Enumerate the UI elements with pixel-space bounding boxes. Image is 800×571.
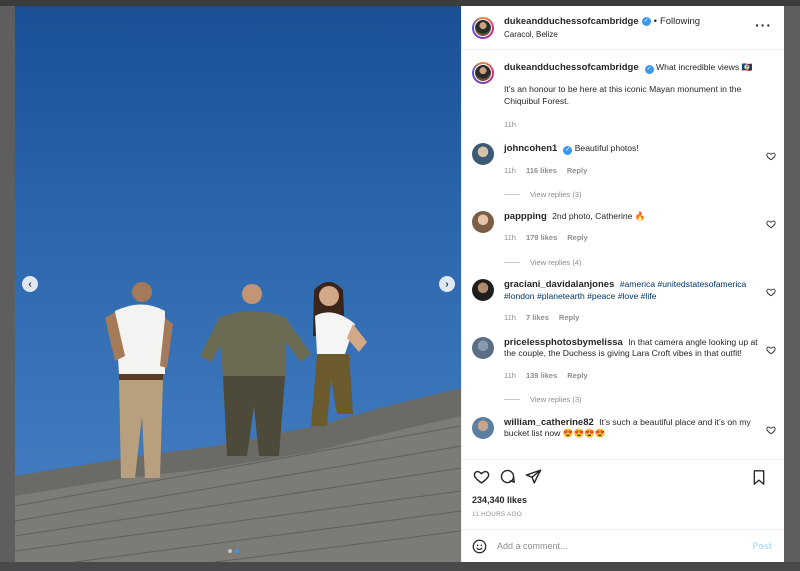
- heart-icon[interactable]: [472, 468, 490, 486]
- verified-badge-icon: ✓: [563, 145, 573, 155]
- chevron-right-icon[interactable]: ›: [439, 276, 455, 292]
- comment-text: Beautiful photos!: [574, 142, 639, 153]
- reply-button[interactable]: Reply: [559, 312, 579, 324]
- avatar[interactable]: [472, 336, 494, 359]
- verified-badge-icon: ✓: [644, 65, 654, 74]
- bookmark-icon[interactable]: [750, 468, 768, 486]
- avatar[interactable]: [472, 142, 494, 165]
- carousel-dot: [228, 549, 232, 553]
- view-replies-label: View replies (4): [530, 257, 582, 267]
- separator: •: [653, 16, 657, 27]
- comment-likes[interactable]: 139 likes: [526, 370, 557, 382]
- avatar[interactable]: [472, 210, 494, 233]
- view-replies-label: View replies (3): [530, 395, 582, 404]
- comments-list[interactable]: dukeandduchessofcambridge ✓ What incredib…: [462, 50, 784, 459]
- view-replies-button[interactable]: View replies (3): [504, 189, 766, 201]
- reply-button[interactable]: Reply: [567, 232, 587, 244]
- comment-item: pricelessphotosbymelissa In that camera …: [472, 336, 776, 406]
- following-button[interactable]: Following: [660, 16, 700, 27]
- person-right: [311, 282, 367, 426]
- comment-time[interactable]: 11h: [504, 232, 516, 244]
- post-modal: ‹ › dukeandduchessofcambridge ✓ • Follow…: [15, 6, 784, 562]
- post-header: dukeandduchessofcambridge ✓ • Following …: [462, 6, 784, 50]
- person-left: [105, 282, 173, 478]
- replies-divider: [504, 261, 520, 263]
- heart-icon[interactable]: [766, 287, 776, 297]
- comment-username[interactable]: graciani_davidalanjones: [504, 279, 614, 290]
- comment-time[interactable]: 11h: [504, 165, 516, 177]
- reply-button[interactable]: Reply: [567, 370, 587, 382]
- share-icon[interactable]: [524, 468, 542, 486]
- author-username[interactable]: dukeandduchessofcambridge: [504, 16, 639, 27]
- caption-time: 11h: [504, 120, 516, 129]
- comment-time[interactable]: 11h: [504, 370, 516, 382]
- heart-icon[interactable]: [766, 151, 776, 161]
- likes-count[interactable]: 234,340 likes: [462, 493, 784, 509]
- caption-body: It’s an honour to be here at this iconic…: [504, 84, 742, 106]
- chevron-left-icon[interactable]: ‹: [22, 276, 38, 292]
- comment-item: johncohen1 ✓ Beautiful photos! 11h 116 li…: [472, 142, 776, 201]
- avatar[interactable]: [472, 16, 494, 39]
- action-bar: [462, 459, 784, 493]
- post-button[interactable]: Post: [752, 541, 772, 551]
- comment-likes[interactable]: 7 likes: [526, 312, 549, 324]
- replies-divider: [504, 399, 520, 401]
- view-replies-label: View replies (3): [530, 190, 582, 199]
- comment-text: 2nd photo, Catherine 🔥: [552, 210, 646, 221]
- photo-scene: [15, 282, 461, 562]
- comment-likes[interactable]: 179 likes: [526, 232, 557, 244]
- heart-icon[interactable]: [766, 219, 776, 229]
- carousel-dots: [228, 549, 239, 553]
- comment-icon[interactable]: [498, 468, 516, 486]
- more-options-icon[interactable]: ···: [755, 18, 772, 32]
- heart-icon[interactable]: [766, 425, 776, 435]
- comment-username[interactable]: pricelessphotosbymelissa: [504, 337, 623, 348]
- comment-likes[interactable]: 116 likes: [526, 165, 557, 177]
- emoji-icon[interactable]: [472, 539, 487, 554]
- comment-item: william_catherine82 It’s such a beautifu…: [472, 416, 776, 440]
- caption-headline: What incredible views 🇧🇿: [656, 62, 753, 72]
- comment-time[interactable]: 11h: [504, 312, 516, 324]
- page-backdrop-bottom: [0, 562, 800, 571]
- replies-divider: [504, 194, 520, 196]
- post-location[interactable]: Caracol, Belize: [504, 30, 700, 39]
- comment-username[interactable]: william_catherine82: [504, 417, 594, 428]
- avatar[interactable]: [472, 416, 494, 439]
- carousel-dot-active: [235, 549, 239, 553]
- reply-button[interactable]: Reply: [567, 165, 587, 177]
- add-comment-bar: Post: [462, 529, 784, 562]
- view-replies-button[interactable]: View replies (4): [504, 257, 766, 269]
- caption: dukeandduchessofcambridge ✓ What incredib…: [472, 62, 772, 131]
- comment-username[interactable]: pappping: [504, 211, 547, 222]
- verified-badge-icon: ✓: [641, 17, 651, 26]
- post-panel: dukeandduchessofcambridge ✓ • Following …: [461, 6, 784, 562]
- avatar[interactable]: [472, 279, 494, 301]
- heart-icon[interactable]: [766, 345, 776, 355]
- view-replies-button[interactable]: View replies (3): [504, 394, 766, 406]
- post-photo[interactable]: ‹ ›: [15, 6, 461, 562]
- comment-item: pappping 2nd photo, Catherine 🔥 11h 179 …: [472, 210, 776, 269]
- caption-username[interactable]: dukeandduchessofcambridge: [504, 62, 639, 73]
- comment-username[interactable]: johncohen1: [504, 143, 557, 154]
- avatar[interactable]: [472, 62, 494, 84]
- comment-item: graciani_davidalanjones #america #united…: [472, 279, 776, 324]
- comment-input[interactable]: [497, 541, 727, 551]
- post-time-ago[interactable]: 11 HOURS AGO: [462, 509, 784, 529]
